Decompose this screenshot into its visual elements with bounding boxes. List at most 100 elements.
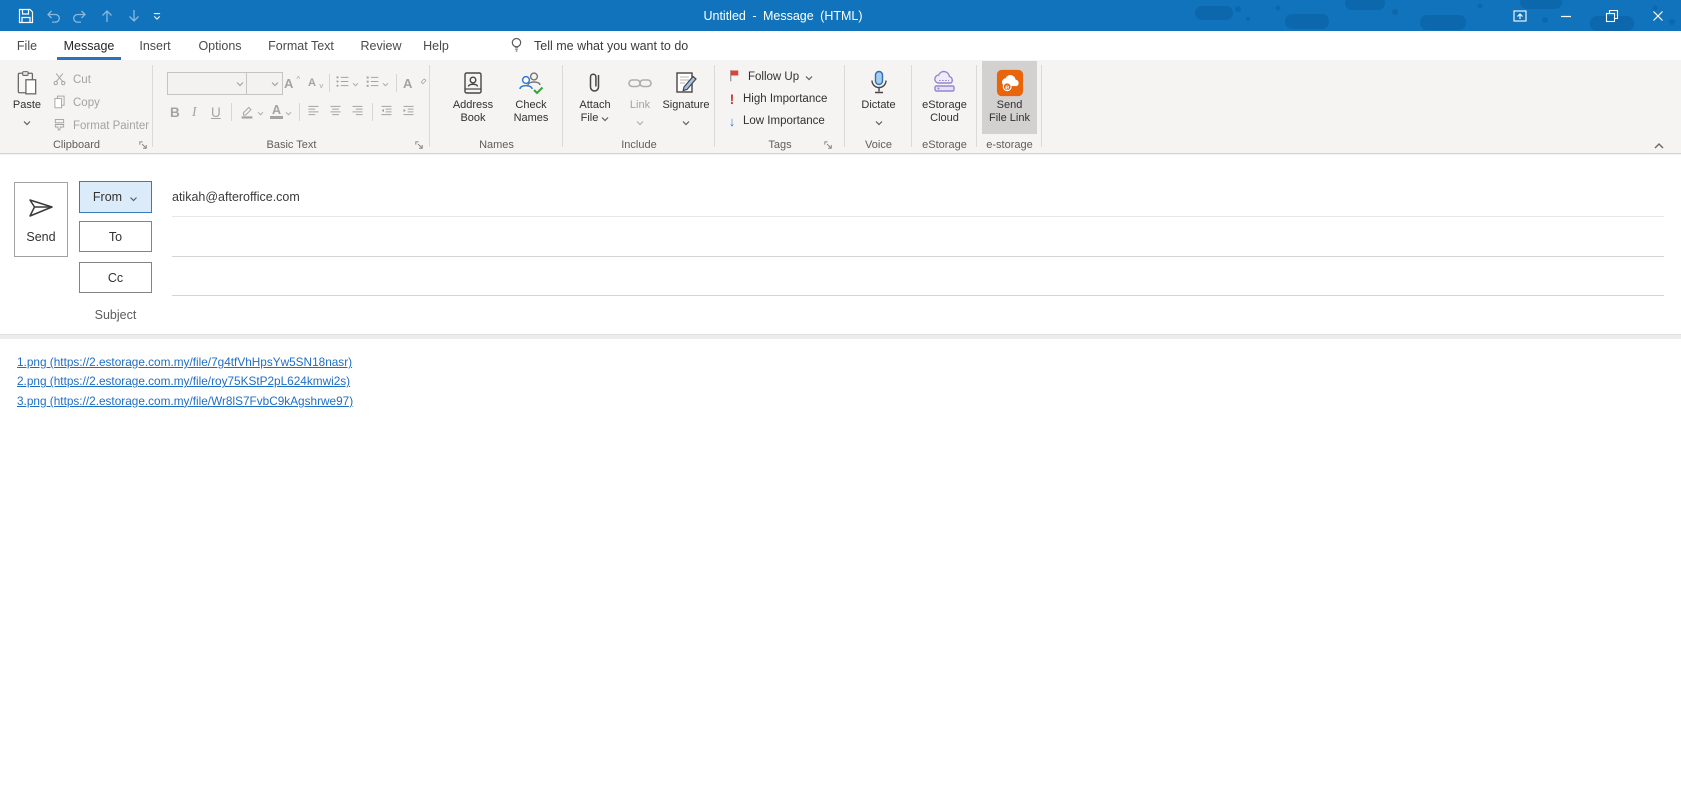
align-left-button[interactable] xyxy=(306,102,321,122)
copy-button[interactable]: Copy xyxy=(52,93,100,113)
decrease-indent-icon xyxy=(379,103,394,121)
message-body[interactable]: 1.png (https://2.estorage.com.my/file/7g… xyxy=(0,339,1681,791)
high-importance-button[interactable]: ! High Importance xyxy=(727,89,827,109)
to-button[interactable]: To xyxy=(79,221,152,252)
font-size-combo[interactable] xyxy=(246,72,283,95)
file-link-1[interactable]: 1.png (https://2.estorage.com.my/file/7g… xyxy=(17,353,353,372)
basic-text-group: A^ A˅ A B I U A Basic Text xyxy=(153,60,430,153)
minimize-icon[interactable] xyxy=(1543,0,1589,31)
from-value[interactable]: atikah@afteroffice.com xyxy=(172,190,300,204)
cut-button[interactable]: Cut xyxy=(52,70,91,90)
estorage-cloud-label-2: Cloud xyxy=(930,112,959,125)
clear-formatting-button[interactable]: A xyxy=(403,73,427,93)
subject-input[interactable] xyxy=(172,304,1652,328)
tab-options[interactable]: Options xyxy=(189,31,251,60)
tab-file[interactable]: File xyxy=(10,31,44,60)
include-group-label: Include xyxy=(563,139,715,151)
from-button[interactable]: From xyxy=(79,181,152,213)
highlight-color-button[interactable] xyxy=(239,102,264,122)
tell-me-label: Tell me what you want to do xyxy=(534,39,688,53)
align-right-button[interactable] xyxy=(350,102,365,122)
low-importance-button[interactable]: ↓ Low Importance xyxy=(727,111,825,131)
link-button[interactable]: Link xyxy=(621,62,659,131)
lightbulb-icon xyxy=(508,36,525,56)
basic-text-dialog-launcher-icon[interactable] xyxy=(414,138,426,150)
save-icon[interactable] xyxy=(12,0,39,31)
clipboard-dialog-launcher-icon[interactable] xyxy=(138,138,150,150)
high-importance-label: High Importance xyxy=(743,93,827,105)
follow-up-button[interactable]: Follow Up xyxy=(727,67,813,87)
chevron-down-icon xyxy=(636,113,644,131)
collapse-ribbon-icon[interactable] xyxy=(1648,139,1670,153)
follow-up-flag-icon xyxy=(727,68,742,86)
paste-label: Paste xyxy=(13,99,41,112)
move-up-icon[interactable] xyxy=(93,0,120,31)
tell-me-box[interactable]: Tell me what you want to do xyxy=(508,31,688,60)
customize-quick-access-icon[interactable] xyxy=(147,0,167,31)
font-name-combo[interactable] xyxy=(167,72,248,95)
tab-help[interactable]: Help xyxy=(415,31,457,60)
estorage-group: eStorage Cloud eStorage xyxy=(912,60,977,153)
cc-input[interactable] xyxy=(172,266,1652,290)
group-divider xyxy=(1041,65,1042,147)
italic-button[interactable]: I xyxy=(192,102,197,122)
signature-label: Signature xyxy=(662,99,709,112)
grow-font-icon: A xyxy=(284,76,293,91)
redo-icon[interactable] xyxy=(66,0,93,31)
to-input[interactable] xyxy=(172,226,1652,250)
increase-indent-button[interactable] xyxy=(401,102,416,122)
bold-button[interactable]: B xyxy=(170,102,180,122)
bullets-button[interactable] xyxy=(335,73,359,93)
decrease-indent-button[interactable] xyxy=(379,102,394,122)
check-names-button[interactable]: Check Names xyxy=(504,62,558,124)
attach-file-label-1: Attach xyxy=(579,99,610,112)
tags-group: Follow Up ! High Importance ↓ Low Import… xyxy=(715,60,845,153)
tags-dialog-launcher-icon[interactable] xyxy=(823,138,835,150)
paste-button[interactable]: Paste xyxy=(6,62,48,131)
highlight-icon xyxy=(239,103,255,122)
chevron-down-icon xyxy=(682,113,690,131)
chevron-down-icon xyxy=(805,72,813,84)
font-color-button[interactable]: A xyxy=(270,102,292,122)
cc-button[interactable]: Cc xyxy=(79,262,152,293)
dictate-button[interactable]: Dictate xyxy=(851,62,906,131)
restore-icon[interactable] xyxy=(1589,0,1635,31)
italic-icon: I xyxy=(192,104,197,120)
underline-button[interactable]: U xyxy=(211,102,221,122)
move-down-icon[interactable] xyxy=(120,0,147,31)
e-storage-group-label: e-storage xyxy=(977,139,1042,151)
file-link-3[interactable]: 3.png (https://2.estorage.com.my/file/Wr… xyxy=(17,392,353,411)
outlook-message-window: Untitled - Message (HTML) File Message I… xyxy=(0,0,1681,791)
estorage-cloud-button[interactable]: eStorage Cloud xyxy=(916,62,973,124)
address-book-button[interactable]: Address Book xyxy=(444,62,502,124)
window-title: Untitled - Message (HTML) xyxy=(703,0,862,31)
tab-message[interactable]: Message xyxy=(57,31,121,60)
close-icon[interactable] xyxy=(1635,0,1681,31)
names-group: Address Book Check Names Names xyxy=(430,60,563,153)
to-field-line xyxy=(172,256,1664,257)
format-painter-button[interactable]: Format Painter xyxy=(52,116,149,136)
file-link-2[interactable]: 2.png (https://2.estorage.com.my/file/ro… xyxy=(17,372,353,391)
format-painter-icon xyxy=(52,117,67,135)
align-center-button[interactable] xyxy=(328,102,343,122)
tab-insert[interactable]: Insert xyxy=(129,31,181,60)
follow-up-label: Follow Up xyxy=(748,71,799,83)
tab-review[interactable]: Review xyxy=(351,31,411,60)
address-book-label-1: Address xyxy=(453,99,493,112)
cut-icon xyxy=(52,71,67,89)
undo-icon[interactable] xyxy=(39,0,66,31)
ribbon-display-options-icon[interactable] xyxy=(1497,0,1543,31)
send-plane-icon xyxy=(26,195,56,224)
address-book-icon xyxy=(460,67,486,99)
signature-button[interactable]: Signature xyxy=(659,62,713,131)
tab-format-text[interactable]: Format Text xyxy=(259,31,343,60)
grow-font-button[interactable]: A^ xyxy=(284,73,300,93)
low-importance-label: Low Importance xyxy=(743,115,825,127)
divider xyxy=(372,103,373,121)
signature-icon xyxy=(673,67,699,99)
send-file-link-button[interactable]: Send File Link xyxy=(982,62,1037,124)
send-button[interactable]: Send xyxy=(14,182,68,257)
shrink-font-button[interactable]: A˅ xyxy=(308,73,324,93)
attach-file-button[interactable]: Attach File xyxy=(571,62,619,125)
numbering-button[interactable] xyxy=(365,73,389,93)
